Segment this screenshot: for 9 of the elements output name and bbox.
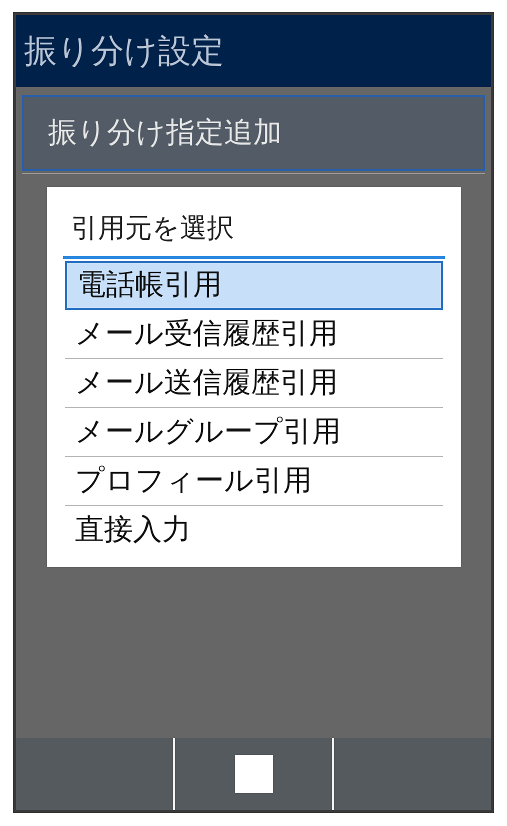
menu-option[interactable]: プロフィール引用 bbox=[65, 456, 443, 506]
menu-option[interactable]: メールグループ引用 bbox=[65, 408, 443, 456]
square-icon[interactable] bbox=[234, 755, 272, 793]
menu-option[interactable]: 直接入力 bbox=[65, 506, 443, 554]
list-item[interactable]: 振り分け指定追加 bbox=[22, 95, 485, 171]
menu-option[interactable]: メール送信履歴引用 bbox=[65, 358, 443, 408]
screen-title: 振り分け設定 bbox=[24, 30, 224, 72]
menu-option[interactable]: メール受信履歴引用 bbox=[65, 310, 443, 358]
menu-option[interactable]: 電話帳引用 bbox=[65, 260, 443, 310]
